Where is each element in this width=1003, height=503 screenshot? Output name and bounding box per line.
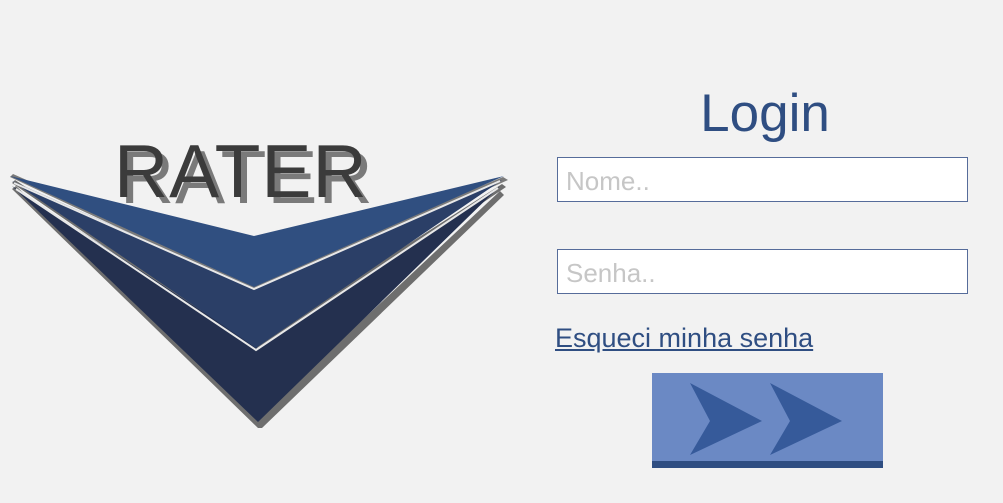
login-title: Login xyxy=(700,84,830,143)
rater-logo: RATER RATER xyxy=(10,129,508,428)
forgot-password-link[interactable]: Esqueci minha senha xyxy=(555,323,813,354)
double-chevron-right-icon xyxy=(690,383,842,455)
submit-button[interactable] xyxy=(652,373,883,468)
name-input[interactable] xyxy=(557,157,968,202)
logo-text: RATER xyxy=(114,129,368,213)
password-input[interactable] xyxy=(557,249,968,294)
